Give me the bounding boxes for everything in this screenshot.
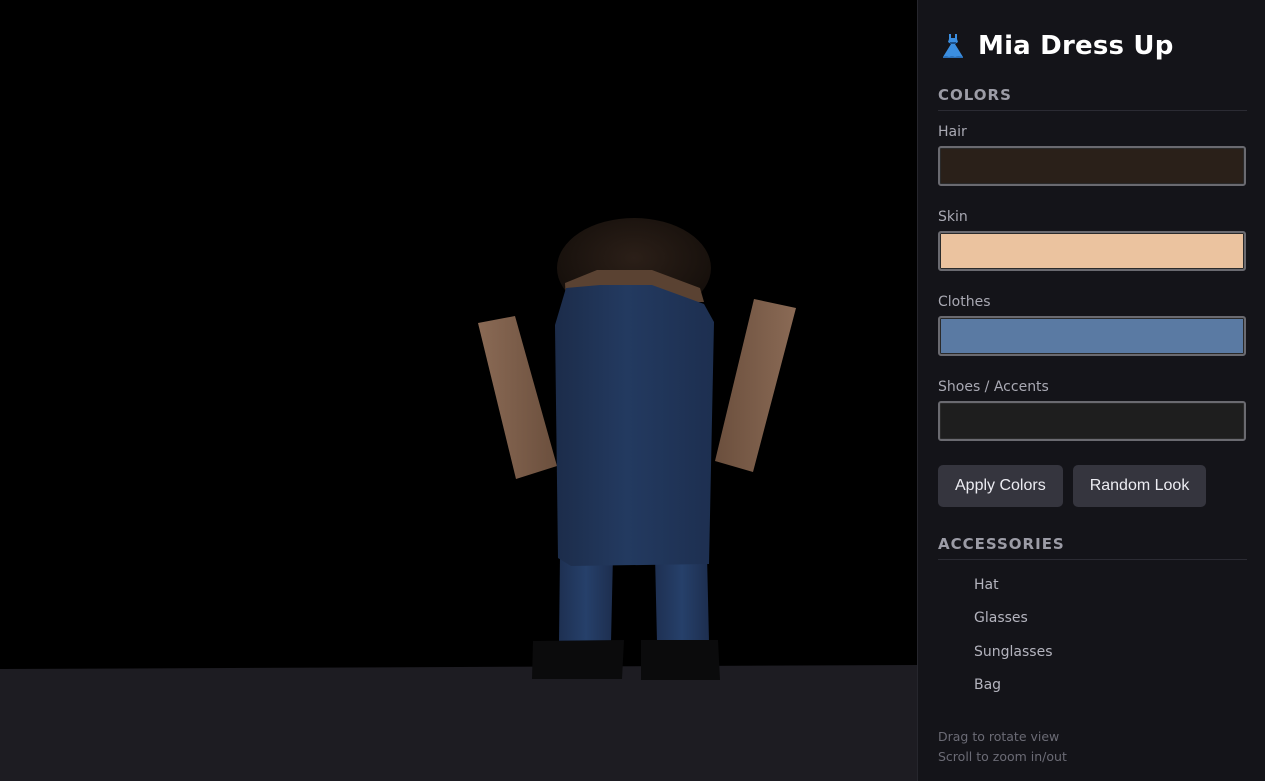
character-left-leg bbox=[559, 555, 613, 642]
floor-plane bbox=[0, 665, 917, 781]
skin-color-label: Skin bbox=[938, 209, 968, 225]
accessory-sunglasses[interactable]: Sunglasses bbox=[938, 635, 1247, 669]
rotate-hint: Drag to rotate view bbox=[938, 729, 1060, 744]
accessories-list: Hat Glasses Sunglasses Bag bbox=[938, 568, 1247, 702]
accessory-glasses[interactable]: Glasses bbox=[938, 602, 1247, 636]
scene-canvas[interactable] bbox=[0, 0, 917, 781]
random-look-button[interactable]: Random Look bbox=[1072, 465, 1207, 507]
control-panel: Mia Dress Up COLORS Hair Skin Clothes Sh… bbox=[917, 0, 1265, 781]
hair-color-label: Hair bbox=[938, 124, 967, 140]
character-left-shoe bbox=[532, 640, 624, 679]
character-torso bbox=[555, 285, 714, 566]
apply-colors-button[interactable]: Apply Colors bbox=[938, 465, 1063, 507]
accessory-bag[interactable]: Bag bbox=[938, 669, 1247, 703]
shoes-color-label: Shoes / Accents bbox=[938, 379, 1049, 395]
dress-icon bbox=[938, 31, 968, 61]
clothes-color-group: Clothes bbox=[938, 294, 1247, 356]
character-right-arm bbox=[715, 299, 796, 472]
colors-section-title: COLORS bbox=[938, 86, 1247, 111]
shoes-color-group: Shoes / Accents bbox=[938, 379, 1247, 441]
title-row: Mia Dress Up bbox=[938, 24, 1247, 68]
scene-viewport[interactable] bbox=[0, 0, 917, 781]
character-right-shoe bbox=[641, 640, 720, 680]
accessory-hat[interactable]: Hat bbox=[938, 568, 1247, 602]
skin-color-group: Skin bbox=[938, 209, 1247, 271]
clothes-color-label: Clothes bbox=[938, 294, 991, 310]
hair-color-group: Hair bbox=[938, 124, 1247, 186]
accessory-label: Sunglasses bbox=[974, 643, 1053, 660]
accessory-label: Bag bbox=[974, 677, 1002, 694]
color-action-buttons: Apply Colors Random Look bbox=[938, 465, 1247, 507]
zoom-hint: Scroll to zoom in/out bbox=[938, 749, 1067, 764]
controls-hint: Drag to rotate view Scroll to zoom in/ou… bbox=[938, 727, 1067, 767]
accessory-label: Hat bbox=[974, 576, 999, 593]
app-root: Mia Dress Up COLORS Hair Skin Clothes Sh… bbox=[0, 0, 1265, 781]
accessories-section-title: ACCESSORIES bbox=[938, 535, 1247, 560]
clothes-color-picker[interactable] bbox=[938, 316, 1246, 356]
character-left-arm bbox=[478, 316, 557, 479]
character-model bbox=[478, 218, 796, 680]
app-title: Mia Dress Up bbox=[978, 31, 1174, 61]
character-right-leg bbox=[655, 555, 709, 642]
accessory-label: Glasses bbox=[974, 610, 1028, 627]
hair-color-picker[interactable] bbox=[938, 146, 1246, 186]
shoes-color-picker[interactable] bbox=[938, 401, 1246, 441]
skin-color-picker[interactable] bbox=[938, 231, 1246, 271]
